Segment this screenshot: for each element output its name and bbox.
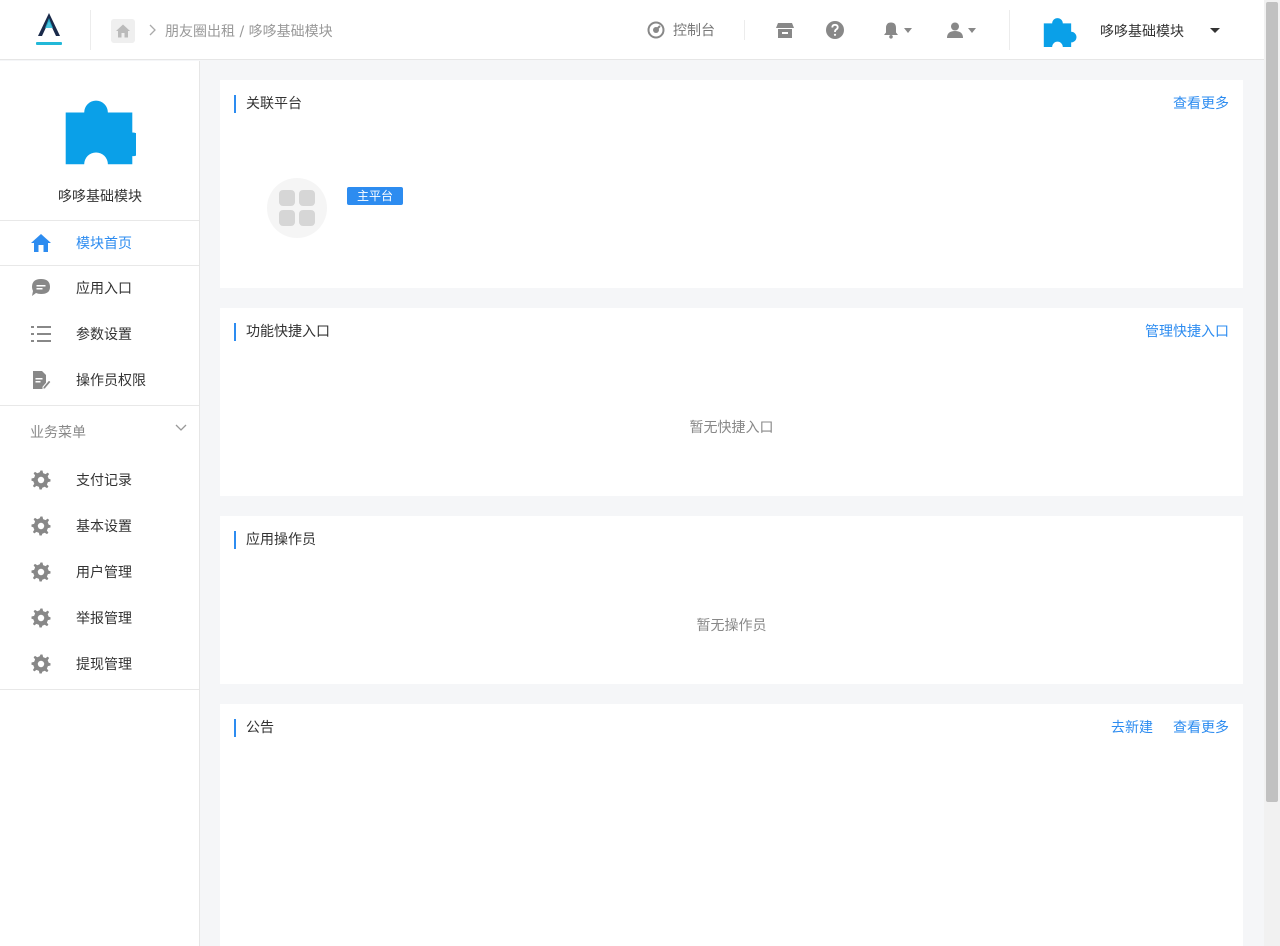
sidebar-item-user-management[interactable]: 用户管理 <box>0 549 199 594</box>
sidebar-module-title: 哆哆基础模块 <box>58 189 142 205</box>
store-icon <box>776 23 794 38</box>
notice-card: 公告 去新建 查看更多 <box>220 704 1243 946</box>
document-edit-icon <box>30 369 52 391</box>
sidebar-item-app-entry[interactable]: 应用入口 <box>0 265 199 310</box>
help-icon <box>826 21 844 39</box>
gear-icon <box>30 515 52 537</box>
page-scrollbar-thumb[interactable] <box>1266 2 1278 802</box>
view-more-link[interactable]: 查看更多 <box>1173 95 1229 113</box>
sidebar-item-payment-records[interactable]: 支付记录 <box>0 457 199 502</box>
home-icon <box>30 232 52 254</box>
sidebar-item-parameter-settings[interactable]: 参数设置 <box>0 311 199 356</box>
sidebar-item-label: 用户管理 <box>76 565 132 581</box>
gear-icon <box>30 561 52 583</box>
empty-state-text: 暂无快捷入口 <box>689 420 774 436</box>
sidebar: 哆哆基础模块 模块首页 应用入口 参数设置 操作员权限 业务菜单 支付记录 基本… <box>0 61 200 946</box>
sidebar-divider <box>0 689 199 690</box>
manage-shortcuts-link[interactable]: 管理快捷入口 <box>1145 323 1229 341</box>
sidebar-divider <box>0 405 199 406</box>
sidebar-item-label: 基本设置 <box>76 519 132 535</box>
user-menu-button[interactable] <box>946 20 976 40</box>
breadcrumb[interactable]: 朋友圈出租 / 哆哆基础模块 <box>165 21 333 41</box>
operators-card: 应用操作员 暂无操作员 <box>220 516 1243 684</box>
card-title: 公告 <box>234 719 274 737</box>
gear-icon <box>30 653 52 675</box>
gear-icon <box>30 469 52 491</box>
sidebar-item-operator-permissions[interactable]: 操作员权限 <box>0 357 199 402</box>
console-label: 控制台 <box>673 23 715 39</box>
chat-bubble-icon <box>30 277 52 299</box>
module-avatar-puzzle-icon[interactable] <box>1040 12 1078 50</box>
breadcrumb-home-button[interactable] <box>111 19 135 43</box>
card-title: 应用操作员 <box>234 531 316 549</box>
app-logo[interactable] <box>28 10 70 50</box>
chevron-right-icon <box>149 24 156 36</box>
module-puzzle-icon <box>65 100 136 165</box>
sidebar-item-withdrawal-management[interactable]: 提现管理 <box>0 641 199 686</box>
bell-icon <box>884 22 898 39</box>
home-icon <box>116 24 130 38</box>
dashboard-icon <box>647 21 665 39</box>
business-menu-label: 业务菜单 <box>30 425 86 441</box>
sidebar-item-basic-settings[interactable]: 基本设置 <box>0 503 199 548</box>
header-divider <box>1009 10 1010 50</box>
sidebar-item-report-management[interactable]: 举报管理 <box>0 595 199 640</box>
notifications-button[interactable] <box>882 20 912 40</box>
sidebar-item-label: 应用入口 <box>76 281 132 297</box>
create-notice-link[interactable]: 去新建 <box>1111 719 1153 737</box>
sidebar-item-label: 操作员权限 <box>76 373 146 389</box>
sidebar-item-label: 模块首页 <box>76 236 132 252</box>
caret-down-icon[interactable] <box>1210 28 1220 33</box>
caret-down-icon <box>968 27 976 33</box>
card-title: 功能快捷入口 <box>234 323 330 341</box>
linked-platform-card: 关联平台 查看更多 主平台 <box>220 80 1243 288</box>
business-menu-group[interactable]: 业务菜单 <box>0 416 199 446</box>
main-platform-badge: 主平台 <box>347 187 404 205</box>
top-header: 朋友圈出租 / 哆哆基础模块 控制台 哆哆基础模块 <box>0 0 1264 60</box>
header-divider <box>90 10 91 50</box>
help-button[interactable] <box>825 20 845 40</box>
store-button[interactable] <box>775 20 795 40</box>
sidebar-item-label: 举报管理 <box>76 611 132 627</box>
chevron-down-icon <box>175 424 187 431</box>
sidebar-item-label: 提现管理 <box>76 657 132 673</box>
list-settings-icon <box>30 323 52 345</box>
gear-icon <box>30 607 52 629</box>
module-switcher-label[interactable]: 哆哆基础模块 <box>1100 21 1184 41</box>
platform-app-grid-icon[interactable] <box>267 178 327 238</box>
empty-state-text: 暂无操作员 <box>696 618 767 634</box>
sidebar-item-module-home[interactable]: 模块首页 <box>0 220 199 265</box>
shortcuts-card: 功能快捷入口 管理快捷入口 暂无快捷入口 <box>220 308 1243 496</box>
user-icon <box>947 22 963 38</box>
card-title: 关联平台 <box>234 95 302 113</box>
view-more-link[interactable]: 查看更多 <box>1173 719 1229 737</box>
caret-down-icon <box>904 27 912 33</box>
header-divider <box>744 20 745 40</box>
sidebar-item-label: 支付记录 <box>76 473 132 489</box>
console-link[interactable]: 控制台 <box>647 20 715 40</box>
sidebar-item-label: 参数设置 <box>76 327 132 343</box>
